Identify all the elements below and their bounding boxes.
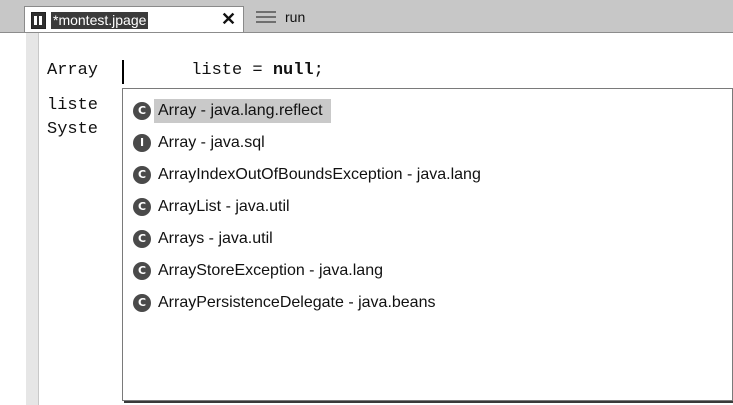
code-line-2: liste <box>47 96 99 115</box>
list-icon <box>256 11 276 25</box>
code-line-1-prefix: Array <box>47 61 99 80</box>
autocomplete-item-label: ArrayList - java.util <box>158 198 290 215</box>
autocomplete-item-label: Array - java.sql <box>158 134 265 151</box>
tab-montest-jpage[interactable]: *montest.jpage ✕ <box>24 6 244 32</box>
null-keyword: null <box>272 61 314 80</box>
tab-run-label: run <box>285 9 306 25</box>
autocomplete-item-label: ArrayIndexOutOfBoundsException - java.la… <box>158 166 481 183</box>
autocomplete-popup: C Array - java.lang.reflect I Array - ja… <box>122 88 733 401</box>
text-cursor <box>122 60 124 84</box>
class-icon: C <box>133 262 151 280</box>
class-icon: C <box>133 166 151 184</box>
editor-gutter <box>26 33 39 405</box>
code-line-1-rest: liste = null; <box>181 61 324 80</box>
class-icon: C <box>133 294 151 312</box>
class-icon: C <box>133 230 151 248</box>
code-line-3: Syste <box>47 120 99 139</box>
code-text: liste = <box>181 61 273 80</box>
class-icon: C <box>133 102 151 120</box>
code-semicolon: ; <box>313 61 324 80</box>
autocomplete-item-label: ArrayStoreException - java.lang <box>158 262 383 279</box>
class-icon: C <box>133 198 151 216</box>
close-icon[interactable]: ✕ <box>221 9 236 29</box>
autocomplete-item-label: Array - java.lang.reflect <box>154 99 331 123</box>
editor-tab-bar: *montest.jpage ✕ run <box>0 0 733 33</box>
autocomplete-item-label: ArrayPersistenceDelegate - java.beans <box>158 294 436 311</box>
tab-title: *montest.jpage <box>51 12 149 29</box>
document-icon <box>31 12 46 29</box>
autocomplete-item-label: Arrays - java.util <box>158 230 273 247</box>
interface-icon: I <box>133 134 151 152</box>
